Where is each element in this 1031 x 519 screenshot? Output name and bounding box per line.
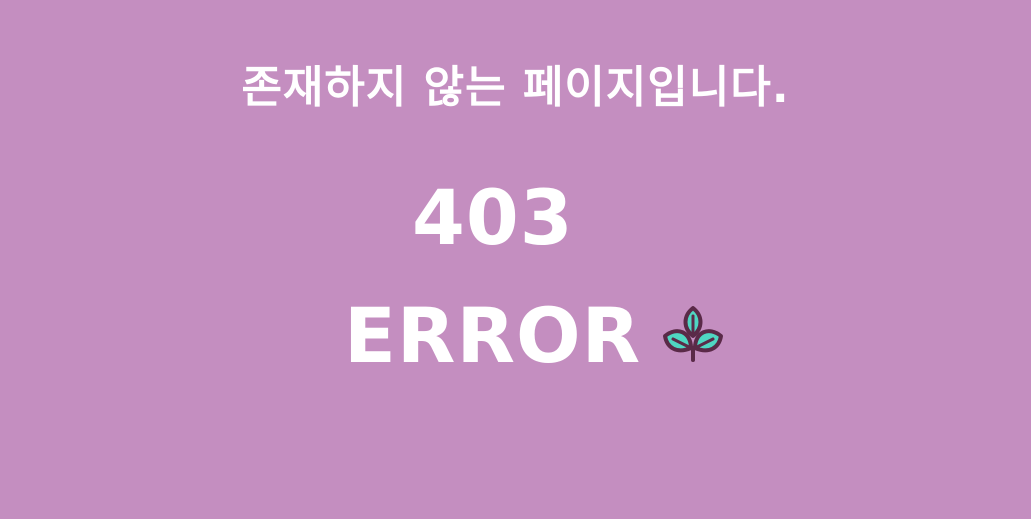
error-row: ERROR bbox=[344, 286, 729, 386]
error-code: 403 bbox=[412, 173, 574, 262]
error-label: ERROR bbox=[344, 291, 642, 380]
leaves-icon bbox=[657, 302, 729, 366]
error-message: 존재하지 않는 페이지입니다. bbox=[241, 62, 790, 113]
